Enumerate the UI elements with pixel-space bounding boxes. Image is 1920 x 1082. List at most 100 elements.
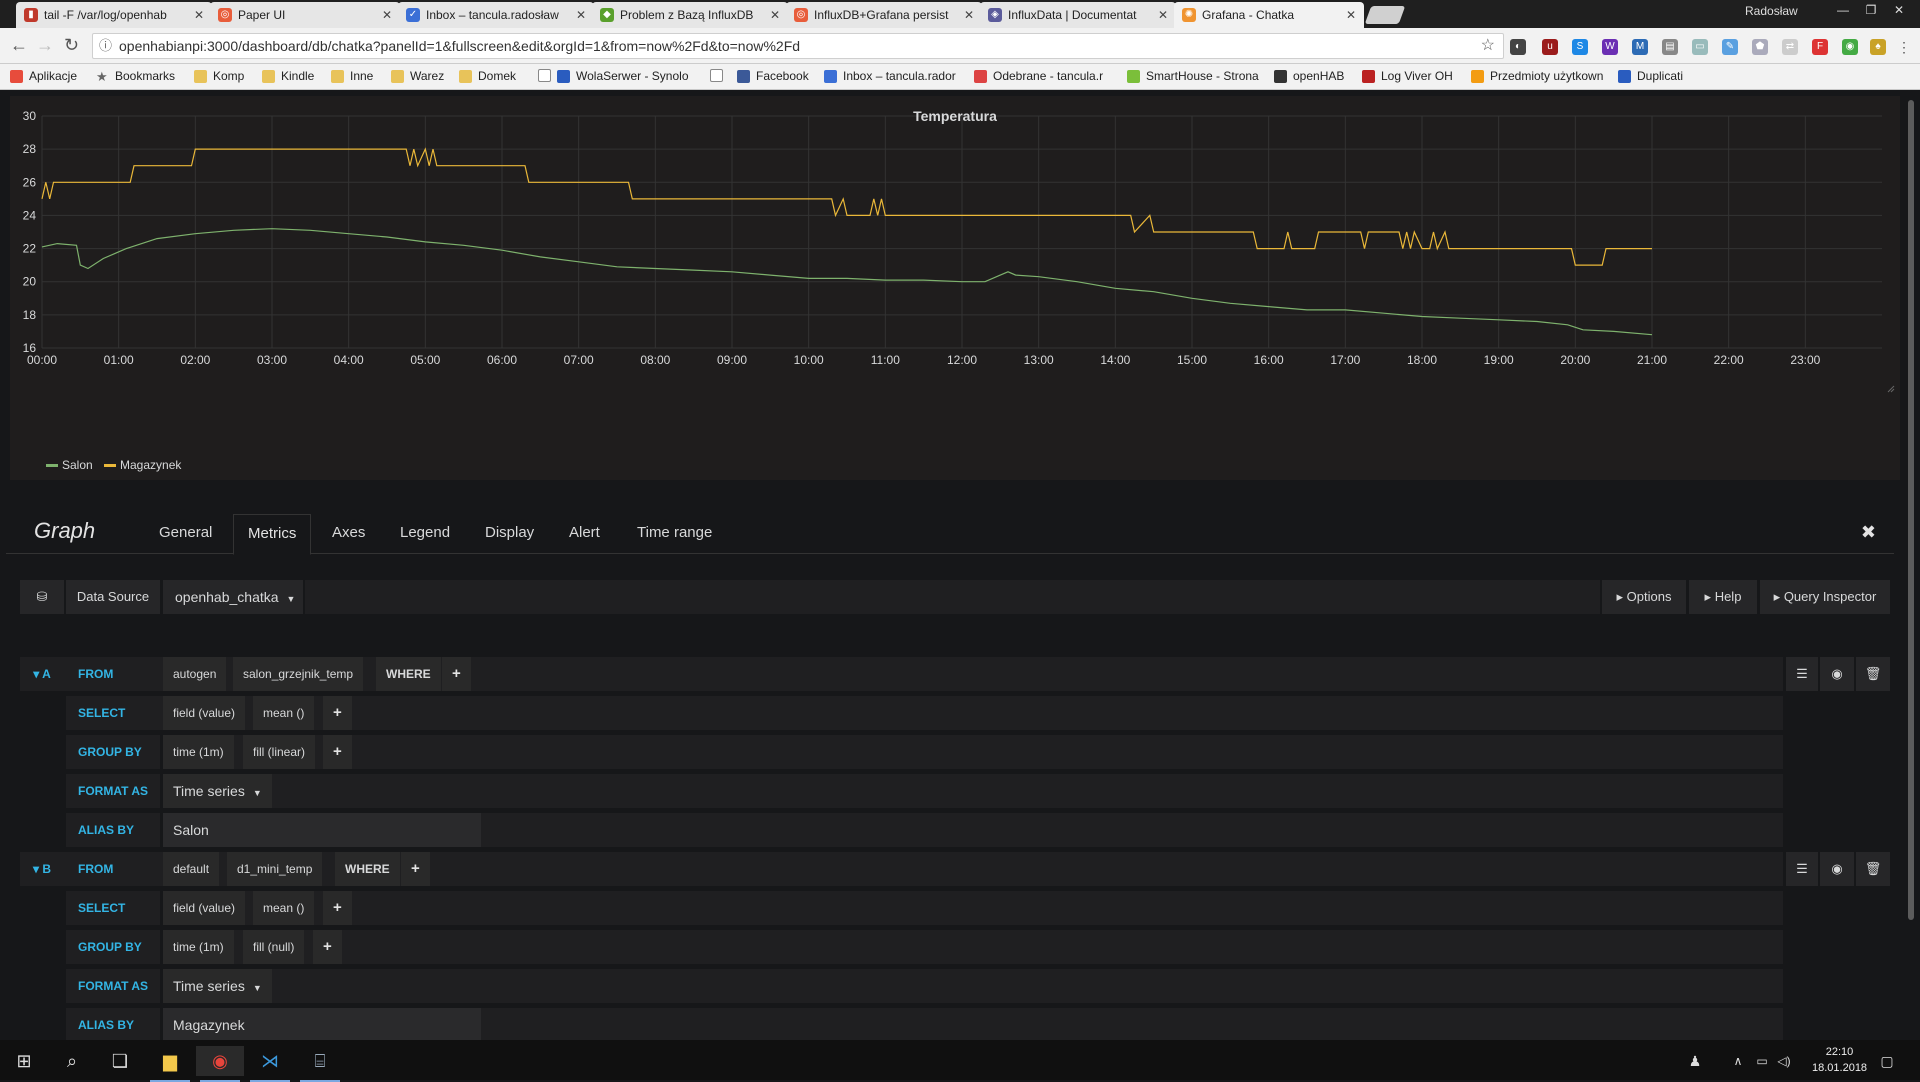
eye-icon[interactable]: ◉	[1820, 852, 1854, 886]
tab-metrics[interactable]: Metrics	[233, 514, 312, 555]
hamburger-icon[interactable]: ☰	[1786, 852, 1818, 886]
field-segment[interactable]: field (value)	[163, 891, 246, 925]
system-clock[interactable]: 22:10 18.01.2018	[1812, 1044, 1867, 1076]
bookmark-star-icon[interactable]: ☆	[1481, 34, 1495, 58]
bookmark-item[interactable]: Warez	[391, 69, 444, 83]
extension-icon[interactable]: ✎	[1722, 39, 1738, 55]
tab-time-range[interactable]: Time range	[637, 524, 712, 541]
extension-icon[interactable]: ⇄	[1782, 39, 1798, 55]
bookmark-item[interactable]: WolaSerwer - Synolo	[557, 69, 689, 83]
retention-policy-segment[interactable]: default	[163, 852, 220, 886]
add-group-button[interactable]: +	[323, 735, 352, 769]
bookmark-item[interactable]: Inbox – tancula.rador	[824, 69, 956, 83]
chart-canvas[interactable]: 161820222426283000:00 01:00 02:00 03:00 04:0…	[10, 96, 1900, 480]
tab-display[interactable]: Display	[485, 524, 534, 541]
page-scrollbar[interactable]	[1908, 100, 1914, 920]
bookmark-item[interactable]: Komp	[194, 69, 244, 83]
browser-tab[interactable]: ◆ Problem z Bazą InfluxDB ✕	[592, 2, 788, 28]
where-segment[interactable]: WHERE	[376, 657, 441, 691]
task-view-icon[interactable]: ❏	[96, 1046, 144, 1076]
close-icon[interactable]: ✕	[382, 8, 392, 22]
profile-name[interactable]: Radosław	[1745, 4, 1798, 18]
retention-policy-segment[interactable]: autogen	[163, 657, 227, 691]
file-explorer-icon[interactable]: ▆	[146, 1046, 194, 1082]
close-icon[interactable]: ✕	[964, 8, 974, 22]
close-icon[interactable]: ✕	[770, 8, 780, 22]
aggregate-segment[interactable]: mean ()	[253, 696, 315, 730]
fill-segment[interactable]: fill (null)	[243, 930, 305, 964]
field-segment[interactable]: field (value)	[163, 696, 246, 730]
query-collapse-toggle[interactable]: ▾ A	[20, 657, 64, 691]
alias-input[interactable]: Salon	[163, 813, 481, 847]
datasource-select[interactable]: openhab_chatka ▼	[163, 580, 303, 614]
chrome-icon[interactable]: ◉	[196, 1046, 244, 1082]
browser-tab[interactable]: ◈ InfluxData | Documentat ✕	[980, 2, 1176, 28]
options-button[interactable]: ▸ Options	[1602, 580, 1686, 614]
bookmark-item[interactable]: ★ Bookmarks	[96, 69, 175, 83]
bookmark-item[interactable]: Facebook	[737, 69, 809, 83]
extension-icon[interactable]: ◐	[1510, 39, 1526, 55]
measurement-segment[interactable]: d1_mini_temp	[227, 852, 323, 886]
bookmark-item[interactable]: Duplicati	[1618, 69, 1683, 83]
skype-icon[interactable]: S	[1572, 39, 1588, 55]
bookmark-item[interactable]: openHAB	[1274, 69, 1344, 83]
bookmark-item[interactable]: Domek	[459, 69, 516, 83]
vscode-icon[interactable]: ⋊	[246, 1046, 294, 1082]
browser-tab[interactable]: ◎ InfluxDB+Grafana persist ✕	[786, 2, 982, 28]
query-collapse-toggle[interactable]: ▾ B	[20, 852, 64, 886]
group-time-segment[interactable]: time (1m)	[163, 735, 234, 769]
volume-icon[interactable]: ◁)	[1774, 1046, 1794, 1076]
help-button[interactable]: ▸ Help	[1689, 580, 1757, 614]
network-icon[interactable]: ▭	[1752, 1046, 1772, 1076]
close-icon[interactable]: ✕	[1346, 8, 1356, 22]
add-group-button[interactable]: +	[313, 930, 342, 964]
extension-icon[interactable]: W	[1602, 39, 1618, 55]
extension-icon[interactable]: ⬟	[1752, 39, 1768, 55]
notifications-icon[interactable]: ▢	[1872, 1046, 1902, 1076]
query-inspector-button[interactable]: ▸ Query Inspector	[1760, 580, 1890, 614]
back-icon[interactable]: ←	[10, 36, 28, 54]
browser-tab[interactable]: ◎ Paper UI ✕	[210, 2, 400, 28]
where-segment[interactable]: WHERE	[335, 852, 400, 886]
close-editor-icon[interactable]: ✖	[1861, 522, 1876, 543]
trash-icon[interactable]: 🗑	[1856, 852, 1890, 886]
ublock-icon[interactable]: u	[1542, 39, 1558, 55]
extension-icon[interactable]: ▤	[1662, 39, 1678, 55]
tab-axes[interactable]: Axes	[332, 524, 365, 541]
chevron-up-icon[interactable]: ∧	[1728, 1046, 1748, 1076]
extension-icon[interactable]: M	[1632, 39, 1648, 55]
windows-start-icon[interactable]: ⊞	[0, 1046, 48, 1076]
tab-general[interactable]: General	[159, 524, 212, 541]
bookmark-item[interactable]: Przedmioty użytkown	[1471, 69, 1603, 83]
bookmark-item[interactable]: Inne	[331, 69, 373, 83]
add-select-button[interactable]: +	[323, 891, 352, 925]
tab-alert[interactable]: Alert	[569, 524, 600, 541]
add-select-button[interactable]: +	[323, 696, 352, 730]
browser-tab[interactable]: ▮ tail -F /var/log/openhab ✕	[16, 2, 212, 28]
close-icon[interactable]: ✕	[576, 8, 586, 22]
alias-input[interactable]: Magazynek	[163, 1008, 481, 1040]
bookmark-item[interactable]: SmartHouse - Strona	[1127, 69, 1259, 83]
aggregate-segment[interactable]: mean ()	[253, 891, 315, 925]
legend-item-magazynek[interactable]: Magazynek	[104, 458, 181, 472]
close-icon[interactable]: ✕	[1158, 8, 1168, 22]
menu-icon[interactable]: ⋮	[1896, 39, 1912, 55]
extension-icon[interactable]: F	[1812, 39, 1828, 55]
trash-icon[interactable]: 🗑	[1856, 657, 1890, 691]
add-where-button[interactable]: +	[401, 852, 430, 886]
close-window-icon[interactable]: ✕	[1886, 0, 1912, 20]
new-tab-button[interactable]	[1364, 6, 1406, 24]
browser-tab[interactable]: ✓ Inbox – tancula.radosław ✕	[398, 2, 594, 28]
legend-item-salon[interactable]: Salon	[46, 458, 93, 472]
hamburger-icon[interactable]: ☰	[1786, 657, 1818, 691]
panel-title[interactable]: Temperatura	[10, 108, 1900, 124]
bookmark-item[interactable]: Odebrane - tancula.r	[974, 69, 1103, 83]
format-select[interactable]: Time series ▼	[163, 774, 272, 808]
search-icon[interactable]: ⌕	[48, 1046, 96, 1076]
bookmark-item[interactable]: Log Viver OH	[1362, 69, 1453, 83]
reload-icon[interactable]: ↻	[64, 36, 79, 54]
bookmark-item[interactable]	[710, 69, 732, 82]
add-where-button[interactable]: +	[442, 657, 471, 691]
info-icon[interactable]: ⓘ	[99, 34, 112, 58]
bookmark-item[interactable]: Kindle	[262, 69, 314, 83]
